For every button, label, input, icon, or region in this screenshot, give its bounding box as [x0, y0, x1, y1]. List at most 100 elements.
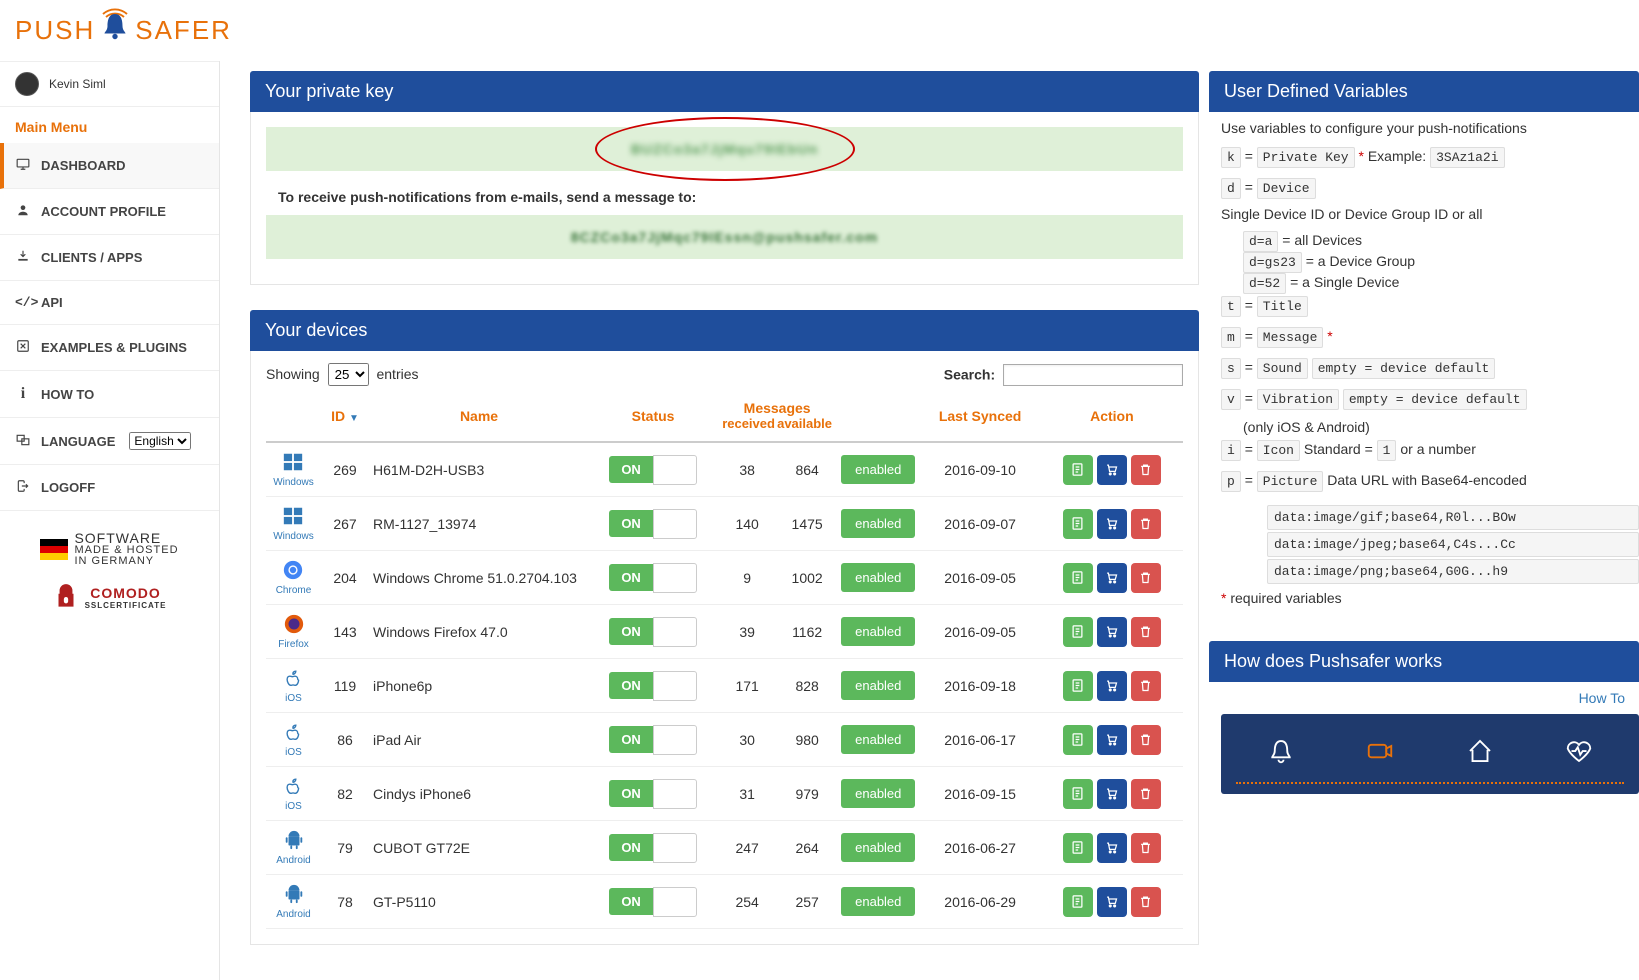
action-note-button[interactable] [1063, 617, 1093, 647]
badge-comodo: COMODO SSLCERTIFICATE [0, 582, 219, 612]
plugin-icon [15, 339, 31, 356]
action-note-button[interactable] [1063, 671, 1093, 701]
var-p-examples: data:image/gif;base64,R0l...BOw data:ima… [1267, 505, 1639, 584]
search-input[interactable] [1003, 364, 1183, 386]
menu-clients-apps[interactable]: CLIENTS / APPS [0, 235, 219, 281]
panel-devices: Your devices Showing 25 entries Search: [250, 310, 1199, 945]
menu-howto[interactable]: i HOW TO [0, 371, 219, 418]
cell-id: 78 [321, 875, 369, 929]
col-status[interactable]: Status [589, 394, 717, 442]
table-row: Android 78 GT-P5110 ON 254 257 enabled 2… [266, 875, 1183, 929]
sidebar: Kevin Siml Main Menu DASHBOARD ACCOUNT P… [0, 61, 220, 980]
cell-received: 171 [717, 659, 777, 713]
user-icon [15, 203, 31, 220]
status-toggle[interactable]: ON [609, 671, 697, 701]
col-id[interactable]: ID ▼ [321, 394, 369, 442]
action-cart-button[interactable] [1097, 779, 1127, 809]
cell-received: 9 [717, 551, 777, 605]
status-toggle[interactable]: ON [609, 779, 697, 809]
status-toggle[interactable]: ON [609, 617, 697, 647]
col-synced[interactable]: Last Synced [919, 394, 1040, 442]
action-delete-button[interactable] [1131, 779, 1161, 809]
action-cart-button[interactable] [1097, 725, 1127, 755]
cell-synced: 2016-06-27 [919, 821, 1040, 875]
action-note-button[interactable] [1063, 779, 1093, 809]
howto-link[interactable]: How To [1579, 690, 1625, 706]
cell-name: RM-1127_13974 [369, 497, 589, 551]
devices-table: ID ▼ Name Status Messages receivedavaila… [266, 394, 1183, 929]
platform-icon: iOS [283, 667, 305, 704]
status-toggle[interactable]: ON [609, 725, 697, 755]
col-msg[interactable]: Messages receivedavailable [717, 394, 837, 442]
var-p: p = Picture Data URL with Base64-encoded [1209, 468, 1639, 499]
language-select[interactable]: English [129, 432, 191, 450]
action-delete-button[interactable] [1131, 509, 1161, 539]
cell-name: CUBOT GT72E [369, 821, 589, 875]
cell-id: 143 [321, 605, 369, 659]
status-toggle[interactable]: ON [609, 563, 697, 593]
cell-received: 38 [717, 442, 777, 497]
action-cart-button[interactable] [1097, 617, 1127, 647]
menu-item-label: API [41, 295, 63, 310]
cell-available: 864 [777, 442, 837, 497]
action-note-button[interactable] [1063, 887, 1093, 917]
action-cart-button[interactable] [1097, 455, 1127, 485]
var-d-single: d=52 = a Single Device [1243, 272, 1639, 293]
showing-entries: Showing 25 entries [266, 363, 419, 386]
action-cart-button[interactable] [1097, 671, 1127, 701]
menu-item-label: EXAMPLES & PLUGINS [41, 340, 187, 355]
action-delete-button[interactable] [1131, 833, 1161, 863]
status-toggle[interactable]: ON [609, 509, 697, 539]
var-t: t = Title [1209, 293, 1639, 324]
action-cart-button[interactable] [1097, 509, 1127, 539]
logoff-icon [15, 479, 31, 496]
cell-name: Windows Firefox 47.0 [369, 605, 589, 659]
enabled-badge: enabled [841, 779, 915, 808]
platform-icon: Chrome [276, 559, 312, 596]
lock-icon [53, 582, 79, 612]
brand-right: SAFER [135, 15, 232, 46]
language-icon [15, 433, 31, 450]
action-note-button[interactable] [1063, 563, 1093, 593]
menu-logoff[interactable]: LOGOFF [0, 465, 219, 511]
action-note-button[interactable] [1063, 833, 1093, 863]
action-delete-button[interactable] [1131, 887, 1161, 917]
private-key-box: BUZCo3a7JjMqu79IEbUn [266, 127, 1183, 171]
annotation-circle [595, 117, 855, 181]
menu-language[interactable]: LANGUAGE English [0, 418, 219, 465]
status-toggle[interactable]: ON [609, 455, 697, 485]
menu-dashboard[interactable]: DASHBOARD [0, 143, 219, 189]
cell-id: 86 [321, 713, 369, 767]
cell-name: iPad Air [369, 713, 589, 767]
logo-bar: PUSH SAFER [0, 0, 1639, 61]
var-s: s = Sound empty = device default [1209, 355, 1639, 386]
menu-api[interactable]: </> API [0, 281, 219, 325]
menu-item-label: HOW TO [41, 387, 94, 402]
table-row: Windows 269 H61M-D2H-USB3 ON 38 864 enab… [266, 442, 1183, 497]
action-note-button[interactable] [1063, 455, 1093, 485]
action-note-button[interactable] [1063, 725, 1093, 755]
menu-examples-plugins[interactable]: EXAMPLES & PLUGINS [0, 325, 219, 371]
action-delete-button[interactable] [1131, 617, 1161, 647]
action-cart-button[interactable] [1097, 833, 1127, 863]
action-cart-button[interactable] [1097, 563, 1127, 593]
action-note-button[interactable] [1063, 509, 1093, 539]
table-row: Windows 267 RM-1127_13974 ON 140 1475 en… [266, 497, 1183, 551]
action-cart-button[interactable] [1097, 887, 1127, 917]
status-toggle[interactable]: ON [609, 833, 697, 863]
action-delete-button[interactable] [1131, 455, 1161, 485]
cell-id: 119 [321, 659, 369, 713]
heading-devices: Your devices [250, 310, 1199, 351]
badge-germany: SOFTWARE MADE & HOSTED IN GERMANY [0, 531, 219, 567]
action-delete-button[interactable] [1131, 671, 1161, 701]
menu-account-profile[interactable]: ACCOUNT PROFILE [0, 189, 219, 235]
var-i: i = Icon Standard = 1 or a number [1209, 437, 1639, 468]
status-toggle[interactable]: ON [609, 887, 697, 917]
action-delete-button[interactable] [1131, 563, 1161, 593]
entries-select[interactable]: 25 [328, 363, 369, 386]
user-row[interactable]: Kevin Siml [0, 61, 219, 107]
cell-id: 79 [321, 821, 369, 875]
col-name[interactable]: Name [369, 394, 589, 442]
action-delete-button[interactable] [1131, 725, 1161, 755]
menu-item-label: DASHBOARD [41, 158, 126, 173]
